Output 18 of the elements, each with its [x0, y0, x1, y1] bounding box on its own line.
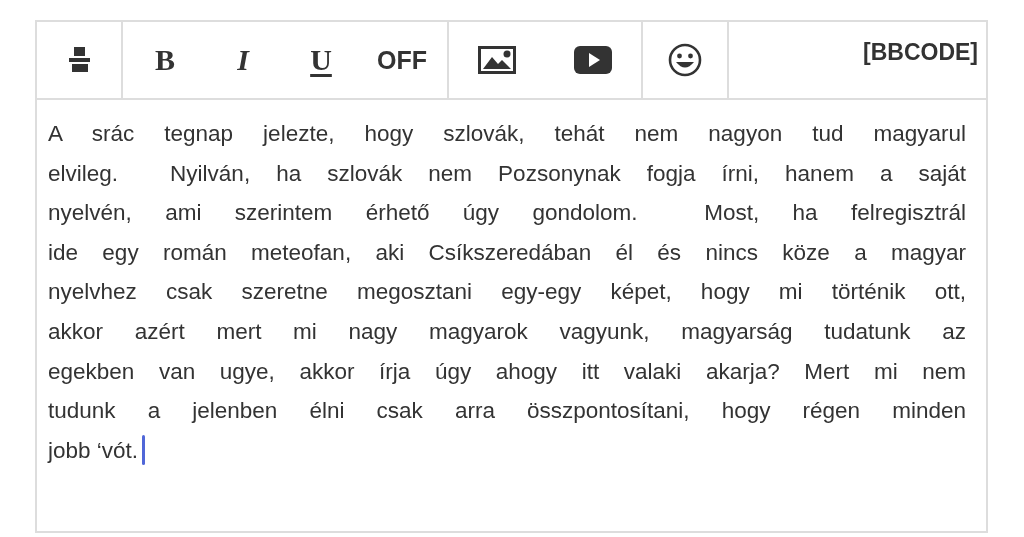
image-icon: [478, 46, 516, 74]
editor-text-line: nyelvén, ami szerintem érhető úgy gondolom. Most, ha felregisztrál: [48, 200, 966, 226]
format-clear-icon: [68, 47, 90, 73]
editor-text-line: elvileg. Nyilván, ha szlovák nem Pozsonynak fogja írni, hanem a saját: [48, 160, 966, 186]
editor-text-line: jobb ‘vót.: [48, 437, 139, 463]
editor-text-line: nyelvhez csak szeretne megosztani egy-egy képet, hogy mi történik ott,: [48, 279, 966, 305]
bold-button[interactable]: B: [137, 30, 193, 90]
underline-button[interactable]: U: [293, 30, 349, 90]
smiley-icon: [668, 43, 702, 77]
editor-text-line: ide egy román meteofan, aki Csíkszeredában él és nincs köze a magyar: [48, 239, 966, 265]
editor-text-line: akkor azért mert mi nagy magyarok vagyunk, magyarság tudatunk az: [48, 318, 966, 344]
bbcode-button[interactable]: [BBCODE]: [855, 22, 986, 82]
italic-button[interactable]: I: [215, 30, 271, 90]
editor-text-line: egekben van ugye, akkor írja úgy ahogy itt valaki akarja? Mert mi nem: [48, 358, 966, 384]
off-button[interactable]: OFF: [371, 30, 433, 90]
play-icon: [574, 46, 612, 74]
editor-text-line: A srác tegnap jelezte, hogy szlovák, tehát nem nagyon tud magyarul: [48, 121, 966, 146]
editor-text-line: tudunk a jelenben élni csak arra összpontosítani, hogy régen minden: [48, 398, 966, 424]
